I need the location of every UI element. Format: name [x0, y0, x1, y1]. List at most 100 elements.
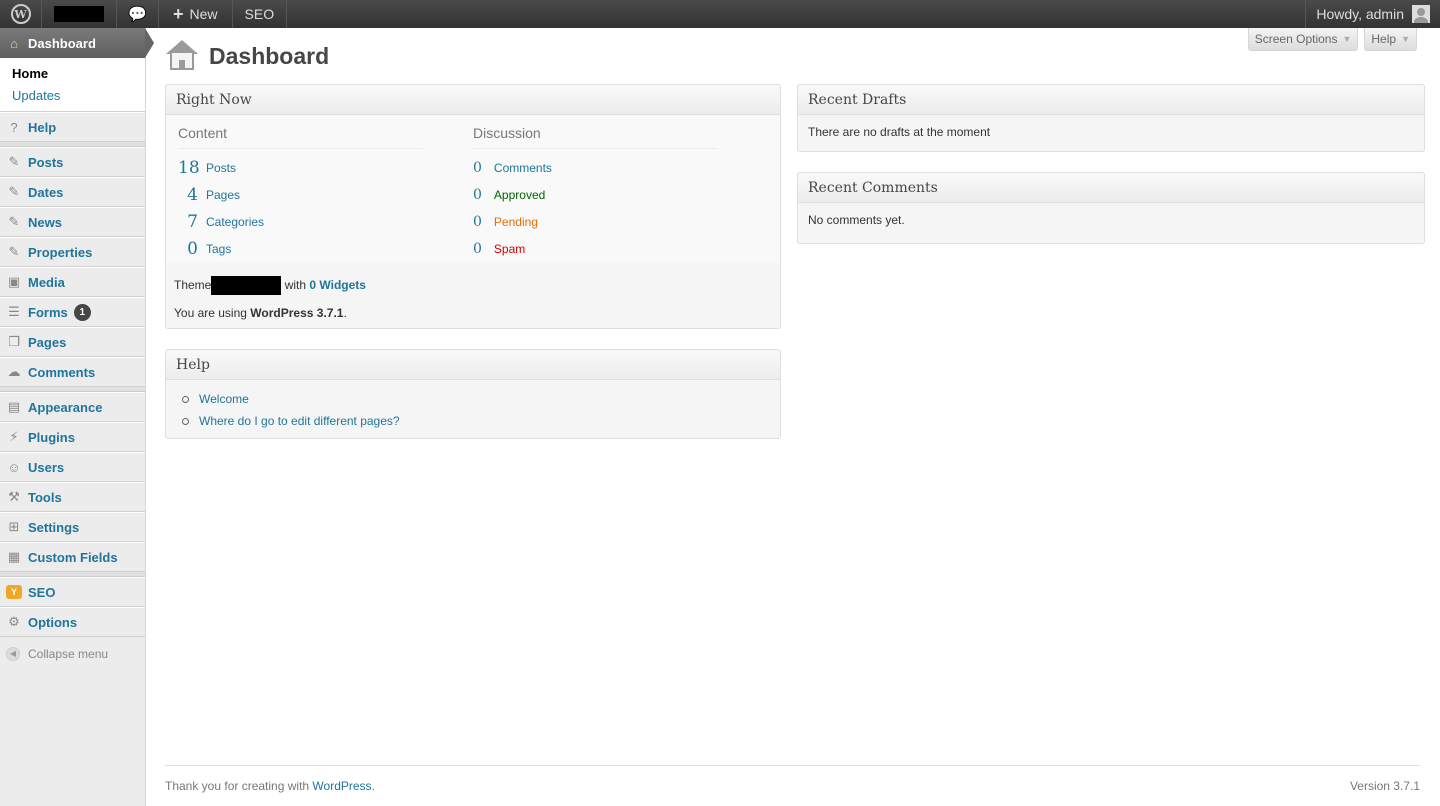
sidebar-item-label: Users	[28, 459, 65, 475]
sidebar-item-tools[interactable]: ⚒ Tools	[0, 482, 145, 512]
appearance-icon: ▤	[7, 399, 21, 414]
content-row-categories[interactable]: 7 Categories	[178, 208, 423, 235]
content-row-tags[interactable]: 0 Tags	[178, 235, 423, 262]
sidebar-item-forms[interactable]: ☰ Forms 1	[0, 297, 145, 327]
collapse-menu-button[interactable]: ◀ Collapse menu	[0, 637, 145, 671]
label[interactable]: Tags	[206, 242, 231, 256]
sidebar-item-seo[interactable]: Y SEO	[0, 577, 145, 607]
sidebar-item-label: News	[28, 214, 62, 230]
count[interactable]: 0	[473, 187, 482, 203]
footer-version: Version 3.7.1	[1349, 779, 1420, 793]
sidebar-item-users[interactable]: ☺ Users	[0, 452, 145, 482]
widget-title[interactable]: Recent Comments	[798, 173, 1424, 203]
sidebar-item-label: Dashboard	[28, 35, 96, 51]
theme-line: Theme with 0 Widgets	[174, 271, 772, 299]
sidebar-item-properties[interactable]: ✎ Properties	[0, 237, 145, 267]
new-label: New	[189, 6, 218, 22]
speech-bubble-icon: 💬	[128, 6, 147, 23]
redacted-theme-name	[211, 276, 282, 296]
help-link-welcome[interactable]: Welcome	[182, 388, 764, 410]
widget-title[interactable]: Recent Drafts	[798, 85, 1424, 115]
wordpress-link[interactable]: WordPress	[312, 779, 371, 793]
sidebar-item-options[interactable]: ⚙ Options	[0, 607, 145, 637]
count[interactable]: 0	[178, 239, 198, 259]
count[interactable]: 0	[473, 241, 482, 257]
sidebar-item-label: Properties	[28, 244, 93, 260]
sidebar-item-label: Plugins	[28, 429, 75, 445]
account-menu[interactable]: Howdy, admin	[1305, 0, 1440, 28]
label[interactable]: Pending	[494, 215, 538, 229]
submenu-updates[interactable]: Updates	[12, 85, 145, 107]
settings-icon: ⊞	[8, 519, 20, 534]
discussion-row-pending[interactable]: 0 Pending	[473, 208, 718, 235]
count[interactable]: 0	[473, 160, 482, 176]
discussion-row-comments[interactable]: 0 Comments	[473, 154, 718, 181]
widget-title[interactable]: Right Now	[166, 85, 780, 115]
help-tab-label: Help	[1371, 32, 1397, 46]
comments-empty-text: No comments yet.	[808, 213, 905, 227]
content-row-pages[interactable]: 4 Pages	[178, 181, 423, 208]
site-name-button[interactable]	[42, 0, 117, 28]
sidebar-item-media[interactable]: ▣ Media	[0, 267, 145, 297]
sidebar-item-dates[interactable]: ✎ Dates	[0, 177, 145, 207]
pages-icon: ❐	[8, 334, 20, 349]
chevron-down-icon: ▼	[1401, 34, 1410, 44]
right-now-widget: Right Now Content 18 Posts 4 Pages 7 Cat…	[165, 84, 781, 329]
wordpress-version: WordPress 3.7.1	[250, 306, 344, 320]
screen-options-label: Screen Options	[1254, 32, 1338, 46]
sidebar-item-label: Appearance	[28, 399, 103, 415]
count[interactable]: 18	[178, 158, 200, 178]
page-footer: Thank you for creating with WordPress. V…	[165, 765, 1420, 793]
screen-options-button[interactable]: Screen Options ▼	[1247, 28, 1359, 51]
widget-title[interactable]: Help	[166, 350, 780, 380]
sidebar-item-help[interactable]: ? Help	[0, 112, 145, 142]
sidebar-item-plugins[interactable]: ⚡ Plugins	[0, 422, 145, 452]
thanks-prefix: Thank you for creating with	[165, 779, 310, 793]
forms-icon: ☰	[8, 304, 20, 319]
seo-menu-button[interactable]: SEO	[233, 0, 288, 28]
help-tab-button[interactable]: Help ▼	[1364, 28, 1417, 51]
count[interactable]: 4	[178, 185, 198, 205]
content-row-posts[interactable]: 18 Posts	[178, 154, 423, 181]
custom-fields-icon: ▦	[7, 549, 21, 564]
sidebar-item-dashboard[interactable]: ⌂ Dashboard	[0, 28, 154, 58]
seo-icon: Y	[6, 585, 22, 599]
label[interactable]: Spam	[494, 242, 525, 256]
sidebar-item-pages[interactable]: ❐ Pages	[0, 327, 145, 357]
dashboard-house-icon	[165, 40, 199, 72]
label[interactable]: Posts	[206, 161, 236, 175]
submenu-home[interactable]: Home	[12, 63, 145, 85]
thanks-suffix: .	[371, 779, 375, 793]
sidebar-item-news[interactable]: ✎ News	[0, 207, 145, 237]
comments-button[interactable]: 💬	[117, 0, 159, 28]
sidebar-item-label: Settings	[28, 519, 80, 535]
pin-icon: ✎	[8, 244, 20, 259]
label[interactable]: Pages	[206, 188, 240, 202]
label[interactable]: Approved	[494, 188, 545, 202]
sidebar-item-appearance[interactable]: ▤ Appearance	[0, 392, 145, 422]
label[interactable]: Comments	[494, 161, 552, 175]
sidebar-item-comments[interactable]: ☁ Comments	[0, 357, 145, 387]
label[interactable]: Categories	[206, 215, 264, 229]
comments-icon: ☁	[7, 364, 21, 379]
gear-icon: ⚙	[8, 614, 20, 629]
avatar	[1412, 5, 1430, 23]
right-now-table: Content 18 Posts 4 Pages 7 Categories 0 …	[166, 115, 780, 263]
count[interactable]: 0	[473, 214, 482, 230]
pin-icon: ✎	[8, 184, 20, 199]
sidebar-item-custom-fields[interactable]: ▦ Custom Fields	[0, 542, 145, 572]
new-content-button[interactable]: + New	[159, 0, 233, 28]
count[interactable]: 7	[178, 212, 198, 232]
help-link-edit-pages[interactable]: Where do I go to edit different pages?	[182, 410, 764, 432]
sidebar-item-posts[interactable]: ✎ Posts	[0, 147, 145, 177]
using-prefix: You are using	[174, 306, 247, 320]
widgets-link[interactable]: 0 Widgets	[309, 278, 366, 292]
sidebar-item-label: Tools	[28, 489, 62, 505]
sidebar-item-label: Dates	[28, 184, 64, 200]
discussion-heading: Discussion	[473, 125, 718, 149]
wordpress-logo-button[interactable]: W	[0, 0, 42, 28]
discussion-row-approved[interactable]: 0 Approved	[473, 181, 718, 208]
users-icon: ☺	[7, 459, 21, 475]
discussion-row-spam[interactable]: 0 Spam	[473, 235, 718, 262]
sidebar-item-settings[interactable]: ⊞ Settings	[0, 512, 145, 542]
